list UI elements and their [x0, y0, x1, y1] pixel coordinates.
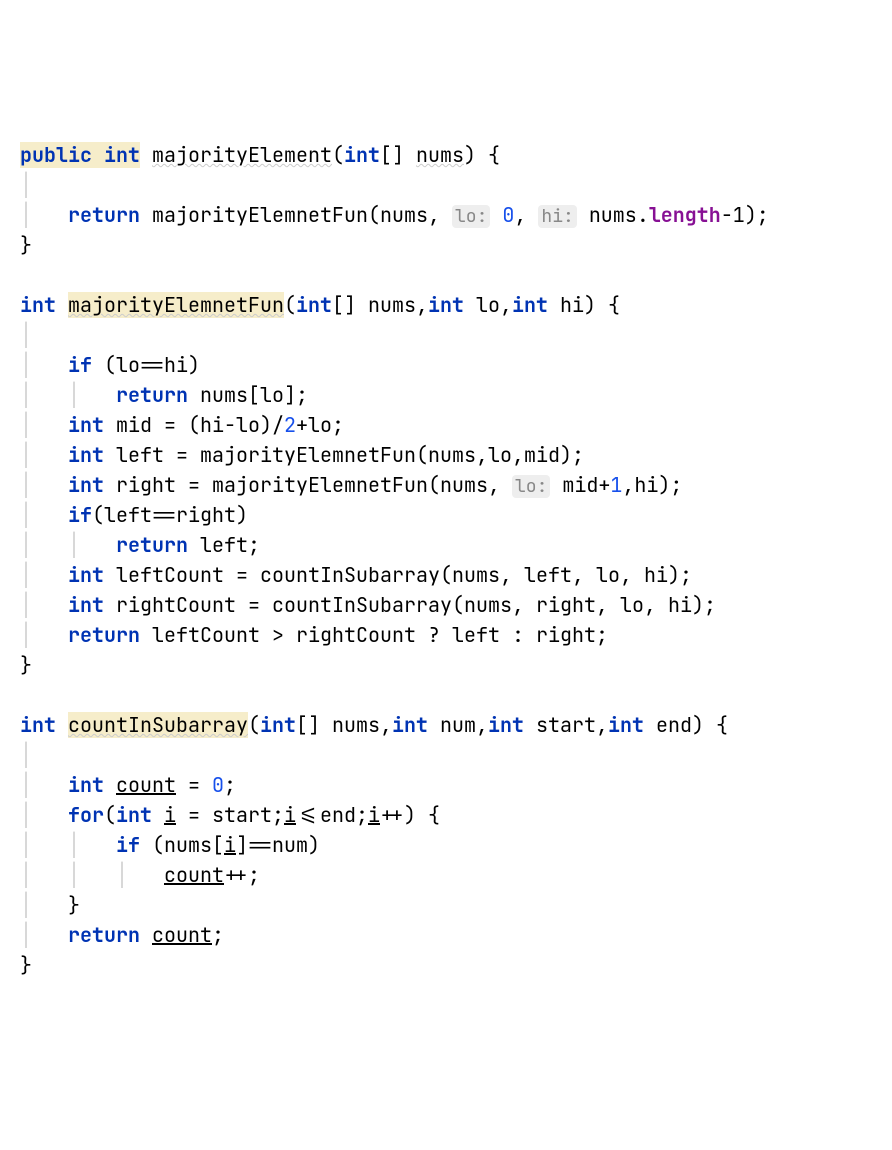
- keyword-int: int: [104, 142, 140, 168]
- field-length: length: [649, 202, 721, 228]
- param-hint-hi: hi:: [538, 205, 576, 228]
- var-i: i: [164, 802, 176, 828]
- param-hint-lo: lo:: [452, 205, 490, 228]
- fn-majorityElemnetFun: majorityElemnetFun: [68, 292, 284, 318]
- keyword-public: public: [20, 142, 92, 168]
- fn-majorityElement: majorityElement: [152, 142, 332, 168]
- code-block: public int majorityElement(int[] nums) {…: [20, 140, 872, 980]
- fn-countInSubarray: countInSubarray: [68, 712, 248, 738]
- var-count: count: [116, 772, 176, 798]
